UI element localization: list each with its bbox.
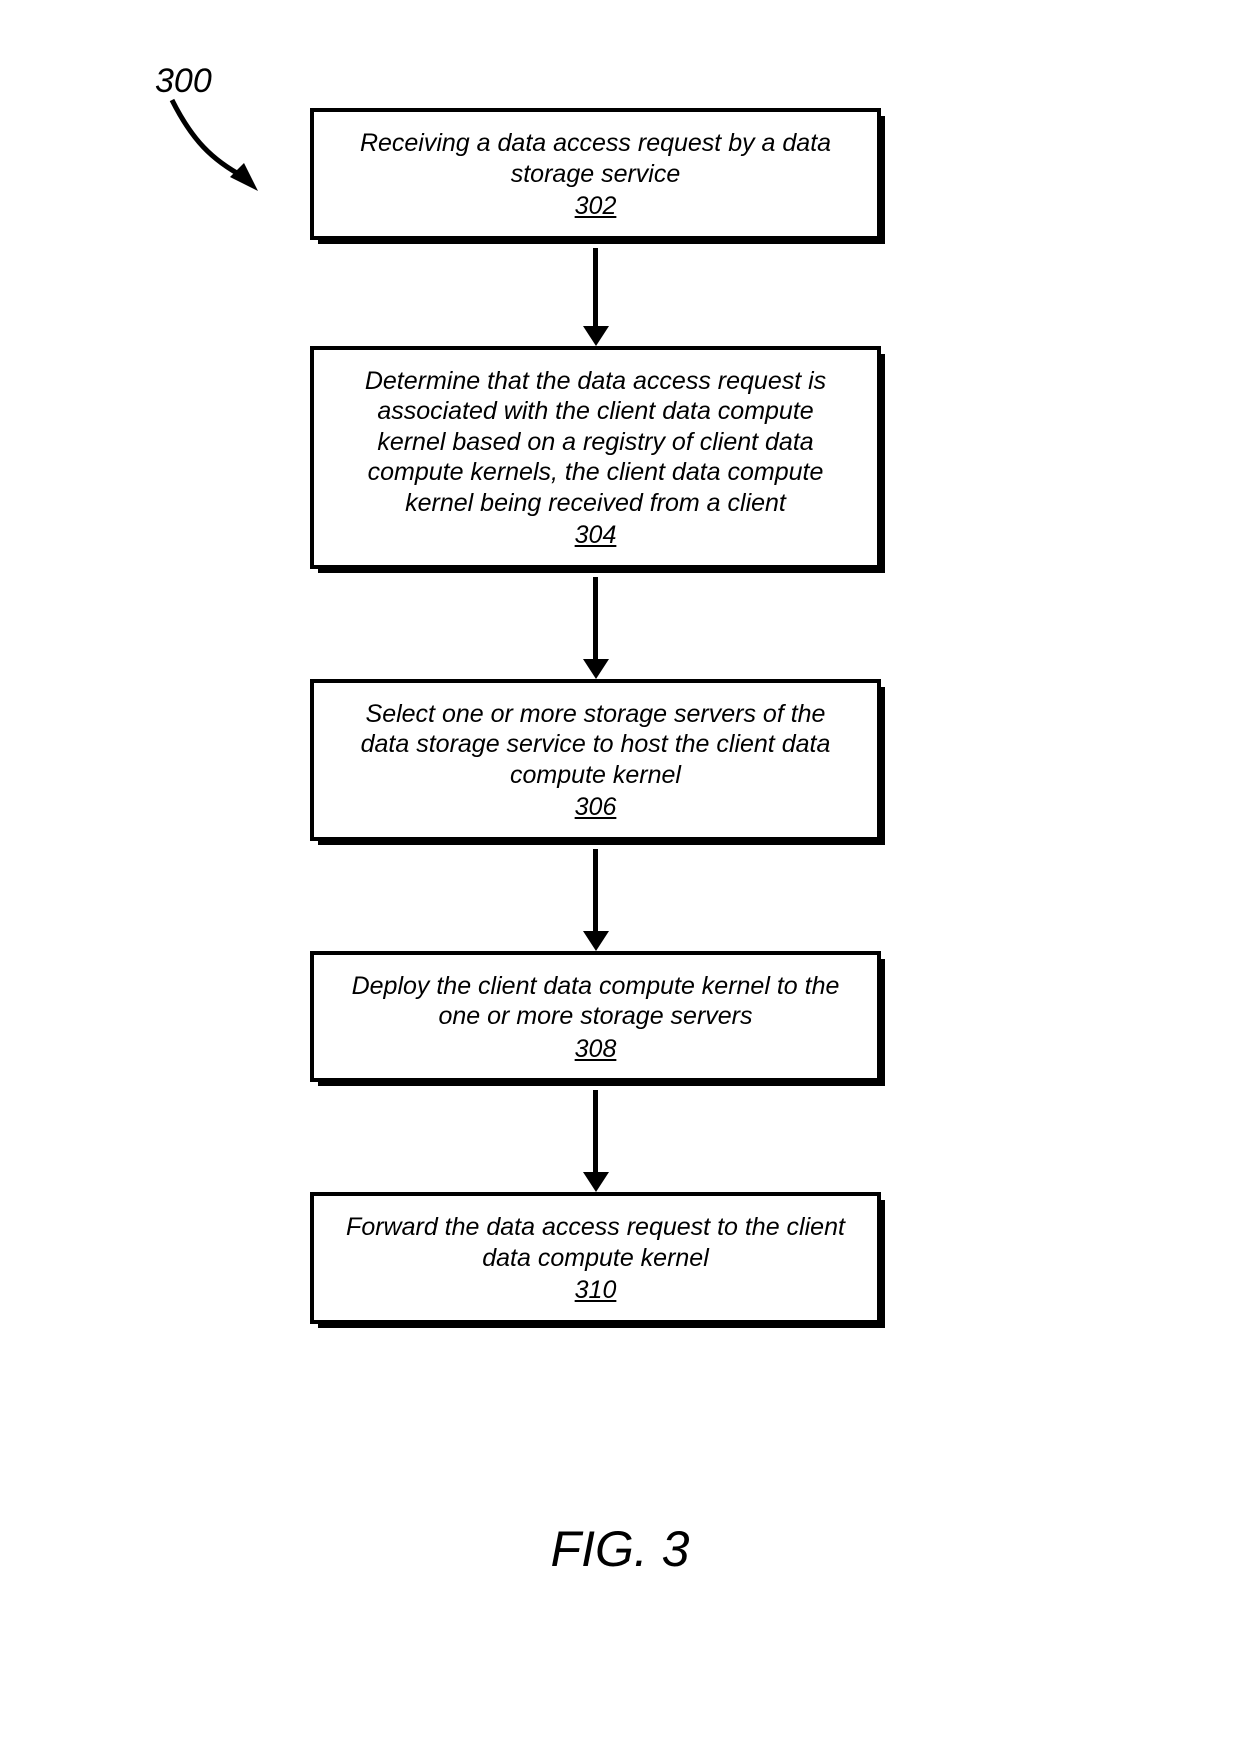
step-text: Receiving a data access request by a dat…	[360, 129, 831, 188]
flow-step-304: Determine that the data access request i…	[310, 346, 881, 569]
reference-number-label: 300	[155, 62, 212, 101]
figure-caption: FIG. 3	[0, 1520, 1240, 1578]
flow-arrow	[583, 849, 609, 951]
step-text: Forward the data access request to the c…	[346, 1213, 845, 1272]
flow-step-308: Deploy the client data compute kernel to…	[310, 951, 881, 1083]
arrow-head-icon	[583, 1172, 609, 1192]
step-text: Determine that the data access request i…	[365, 367, 826, 517]
flow-arrow	[583, 577, 609, 679]
step-number: 310	[575, 1275, 617, 1306]
arrow-head-icon	[583, 931, 609, 951]
step-number: 306	[575, 792, 617, 823]
flow-arrow	[583, 1090, 609, 1192]
step-text: Select one or more storage servers of th…	[361, 700, 831, 789]
step-number: 304	[575, 520, 617, 551]
arrow-shaft	[593, 248, 598, 326]
arrow-shaft	[593, 577, 598, 659]
arrow-head-icon	[583, 326, 609, 346]
arrow-shaft	[593, 849, 598, 931]
flow-step-310: Forward the data access request to the c…	[310, 1192, 881, 1324]
flowchart: Receiving a data access request by a dat…	[310, 108, 881, 1324]
flow-step-302: Receiving a data access request by a dat…	[310, 108, 881, 240]
arrow-shaft	[593, 1090, 598, 1172]
curved-arrow-icon	[162, 95, 272, 195]
step-text: Deploy the client data compute kernel to…	[352, 972, 840, 1031]
step-number: 308	[575, 1034, 617, 1065]
step-number: 302	[575, 191, 617, 222]
flow-arrow	[583, 248, 609, 346]
flow-step-306: Select one or more storage servers of th…	[310, 679, 881, 841]
arrow-head-icon	[583, 659, 609, 679]
